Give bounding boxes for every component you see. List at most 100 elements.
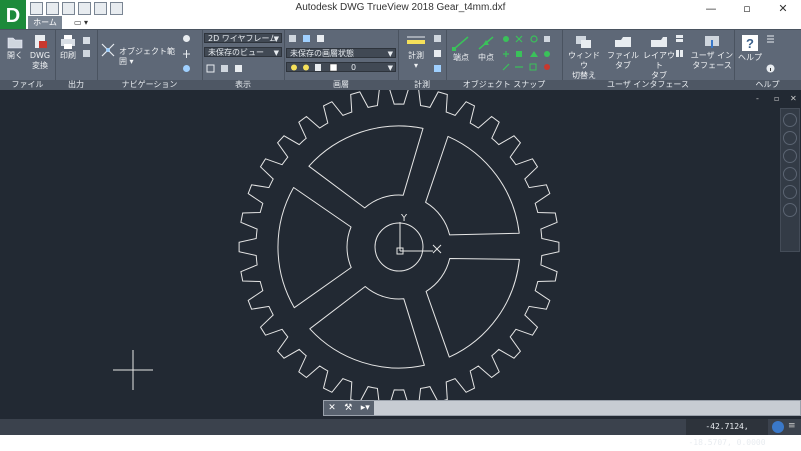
panel-user-interface: ウィンドウ 切替え ファイル タブ レイアウト タブ ユーザ イン タフェース … [562,30,735,91]
drawing-canvas[interactable]: Y [0,90,801,419]
close-button[interactable]: ✕ [765,0,801,16]
panel-output: 印刷 出力 [55,30,98,91]
info-icon[interactable] [766,64,775,73]
panel-layers: 未保存の画層状態 ▼ 0 ▼ 画層 [284,30,399,91]
osnap-mode-icons[interactable] [500,34,560,74]
status-menu-icon[interactable]: ≡ [788,421,796,431]
user-interface-label-2: タフェース [692,61,732,70]
gear-hub-circle [374,222,424,272]
batch-plot-icon[interactable] [82,49,91,58]
canvas-restore[interactable]: ▫ [774,94,779,103]
tile-vertical-icon[interactable] [675,49,684,58]
status-bar [0,419,801,435]
dwg-convert-button[interactable]: DWG 変換 [27,34,53,71]
pan-nav-icon[interactable] [783,131,797,145]
ribbon-tab-bar: ホーム ▭ ▾ [26,16,801,29]
restore-button[interactable]: ▫ [729,0,765,16]
visual-style-value: 2D ワイヤフレーム [208,34,278,43]
panel-navigation: オブジェクト範囲 ▾ ナビゲーション [97,30,203,91]
print-label: 印刷 [60,51,76,60]
chevron-down-icon: ▼ [273,49,279,57]
steering-wheel-icon[interactable] [182,64,191,73]
gear-spoke-window [309,286,425,369]
navigation-bar[interactable] [780,108,800,252]
help-button[interactable]: ? ヘルプ [738,34,762,63]
crosshair-cursor [113,350,153,390]
panel-title-object-snap: オブジェクト スナップ [446,80,562,90]
app-logo[interactable]: D [0,0,26,32]
regen-icon[interactable] [234,64,243,73]
area-icon[interactable] [433,64,442,73]
showmotion-nav-icon[interactable] [783,185,797,199]
panel-title-navigation: ナビゲーション [97,80,202,90]
orbit-icon[interactable] [182,49,191,58]
user-interface-button[interactable]: ユーザ イン タフェース [690,34,734,71]
layout-tabs-button[interactable]: レイアウト タブ [642,34,676,81]
list-icon[interactable] [433,49,442,58]
command-prompt-icon[interactable]: ▸▾ [361,403,370,413]
layout-tabs-icon [651,37,667,47]
zoom-extents-icon[interactable] [100,42,116,58]
panel-title-view: 表示 [202,80,284,90]
switch-windows-button[interactable]: ウィンドウ 切替え [566,34,602,81]
command-customize-icon[interactable]: ⚒ [344,403,352,413]
printer-icon [61,35,75,49]
layer-state-select[interactable]: 未保存の画層状態 ▼ [286,48,396,58]
nav-options-icon[interactable] [783,203,797,217]
canvas-close[interactable]: ✕ [790,94,797,103]
measure-button[interactable]: 計測 ▾ [402,34,430,71]
help-label: ヘルプ [738,53,762,62]
help-icon: ? [742,35,758,51]
ruler-icon [407,36,425,44]
command-close-icon[interactable]: ✕ [328,403,336,413]
chevron-down-icon: ▼ [387,64,393,72]
panel-object-snap: 端点 中点 オブジェクト スナップ [446,30,563,91]
saved-view-select[interactable]: 未保存のビュー ▼ [204,47,282,57]
file-tabs-icon [615,37,631,47]
ucs-icon [396,222,442,255]
minimize-button[interactable]: — [693,0,729,16]
dwg-label: DWG [29,51,51,60]
layer-isolate-icon[interactable] [316,34,325,43]
chevron-down-icon: ▼ [273,35,279,43]
viewport-icon[interactable] [206,64,215,73]
file-tabs-label: ファイル タブ [607,51,639,70]
orbit-nav-icon[interactable] [783,167,797,181]
ribbon-options-icon[interactable] [766,34,775,43]
named-views-icon[interactable] [220,64,229,73]
steering-wheel-nav-icon[interactable] [783,113,797,127]
tab-home[interactable]: ホーム [28,16,62,29]
title-bar: Autodesk DWG TrueView 2018 Gear_t4mm.dxf… [0,0,801,16]
open-button[interactable]: 開く [4,34,26,61]
panel-title-file: ファイル [0,80,55,90]
visual-style-select[interactable]: 2D ワイヤフレーム ▼ [204,33,282,43]
layer-state-value: 未保存の画層状態 [290,49,354,58]
gear-spoke-window [308,125,424,209]
pan-hand-icon[interactable] [182,34,191,43]
command-line-buttons: ✕ ⚒ ▸▾ [324,401,374,415]
panel-title-help: ヘルプ [734,80,801,90]
tile-horizontal-icon[interactable] [675,34,684,43]
print-button[interactable]: 印刷 [57,34,79,61]
tab-view-options[interactable]: ▭ ▾ [66,16,96,29]
panel-measure: 計測 ▾ 計測 [398,30,447,91]
workspace-globe-icon[interactable] [772,421,784,433]
endpoint-snap-icon [452,36,469,51]
panel-title-output: 出力 [55,80,97,90]
layout-tabs-label-2: タブ [651,71,667,80]
gear-drawing: Y [113,90,560,408]
switch-windows-icon [576,36,591,48]
snap-midpoint-button[interactable]: 中点 [473,34,499,63]
page-setup-icon[interactable] [82,36,91,45]
zoom-nav-icon[interactable] [783,149,797,163]
snap-endpoint-button[interactable]: 端点 [448,34,474,63]
layer-properties-icon[interactable] [288,34,297,43]
midpoint-label: 中点 [478,53,494,62]
id-point-icon[interactable] [433,34,442,43]
file-tabs-button[interactable]: ファイル タブ [604,34,642,71]
canvas-minimize[interactable]: - [756,94,759,103]
panel-view: 2D ワイヤフレーム ▼ 未保存のビュー ▼ 表示 [202,30,285,91]
layer-freeze-icon[interactable] [302,34,311,43]
zoom-extents-button[interactable]: オブジェクト範囲 ▾ [119,47,179,67]
command-line[interactable]: ✕ ⚒ ▸▾ [323,400,801,416]
